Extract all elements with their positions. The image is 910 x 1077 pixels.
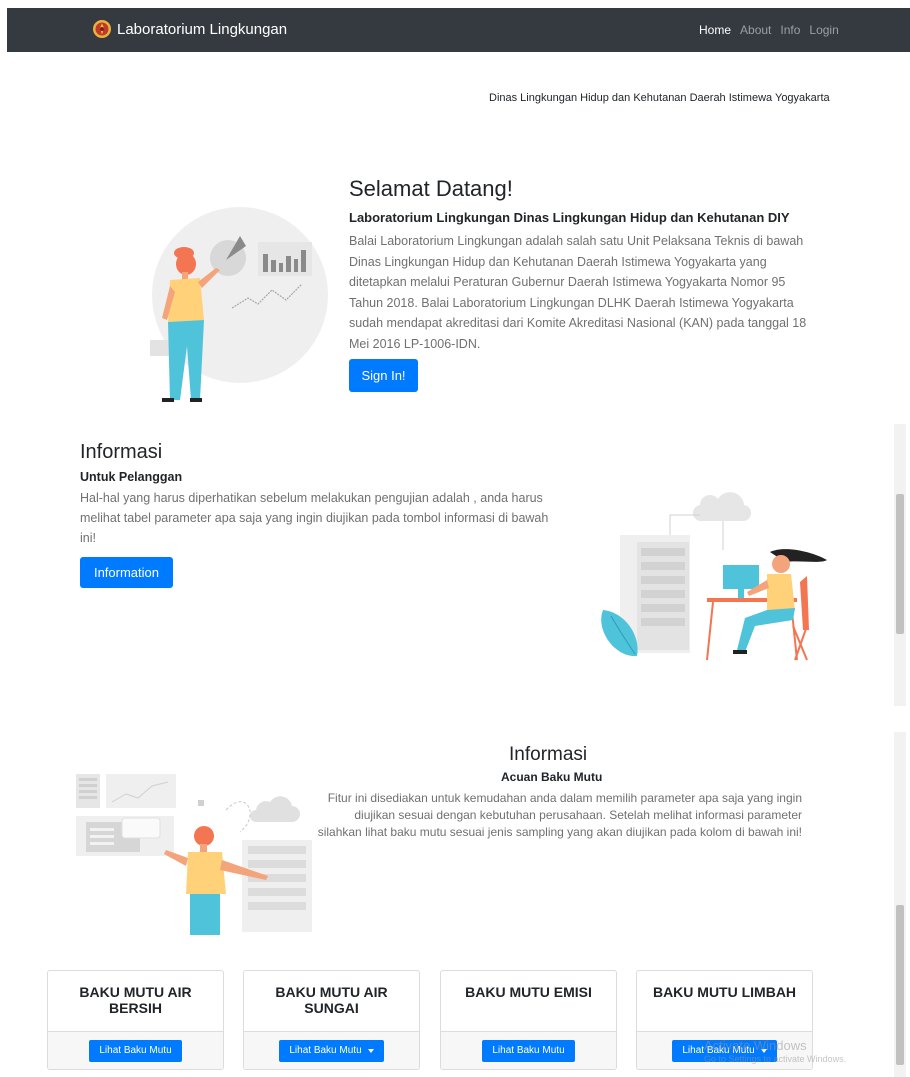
navbar-brand[interactable]: Laboratorium Lingkungan: [92, 19, 287, 39]
scrollbar-thumb-upper[interactable]: [896, 494, 904, 634]
info-baku-mutu-title: Informasi: [509, 744, 588, 765]
scrollbar-thumb-lower[interactable]: [896, 905, 904, 1065]
hero-section: Selamat Datang! Laboratorium Lingkungan …: [349, 176, 819, 354]
info-pelanggan-section: Informasi Untuk Pelanggan Hal-hal yang h…: [80, 441, 560, 548]
nav-home-link[interactable]: Home: [699, 23, 731, 37]
baku-mutu-illustration: [76, 774, 312, 935]
hero-subtitle: Laboratorium Lingkungan Dinas Lingkungan…: [349, 210, 790, 225]
presentation-illustration: [150, 207, 328, 402]
agency-name: Dinas Lingkungan Hidup dan Kehutanan Dae…: [489, 92, 830, 104]
lihat-baku-mutu-emisi-button[interactable]: Lihat Baku Mutu: [482, 1039, 575, 1062]
server-workspace-illustration: [601, 492, 827, 661]
caret-down-icon: [760, 1048, 767, 1053]
navbar: Laboratorium Lingkungan Home About Info …: [7, 8, 910, 52]
logo-emblem-icon: [93, 20, 111, 38]
nav-info-link[interactable]: Info: [780, 23, 800, 37]
card-emisi: BAKU MUTU EMISI Lihat Baku Mutu: [440, 970, 617, 1070]
card-air-bersih: BAKU MUTU AIR BERSIH Lihat Baku Mutu: [47, 970, 224, 1070]
card-limbah: BAKU MUTU LIMBAH Lihat Baku Mutu: [636, 970, 813, 1070]
nav-links: Home About Info Login: [699, 23, 848, 37]
info-baku-mutu-subtitle: Acuan Baku Mutu: [501, 770, 603, 784]
sign-in-button[interactable]: Sign In!: [349, 359, 418, 392]
info-baku-mutu-description: Fitur ini disediakan untuk kemudahan and…: [317, 791, 802, 839]
nav-login-link[interactable]: Login: [809, 23, 838, 37]
info-pelanggan-title: Informasi: [80, 441, 163, 463]
card-title: BAKU MUTU EMISI: [465, 984, 592, 1000]
hero-description: Balai Laboratorium Lingkungan adalah sal…: [349, 234, 807, 351]
lihat-baku-mutu-air-bersih-button[interactable]: Lihat Baku Mutu: [89, 1039, 182, 1062]
brand-label: Laboratorium Lingkungan: [117, 20, 288, 38]
hero-title: Selamat Datang!: [349, 176, 513, 201]
lihat-baku-mutu-limbah-dropdown[interactable]: Lihat Baku Mutu: [672, 1039, 777, 1062]
nav-about-link[interactable]: About: [740, 23, 771, 37]
caret-down-icon: [367, 1048, 374, 1053]
lihat-baku-mutu-air-sungai-dropdown[interactable]: Lihat Baku Mutu: [279, 1039, 384, 1062]
card-title: BAKU MUTU LIMBAH: [652, 984, 797, 1000]
info-pelanggan-description: Hal-hal yang harus diperhatikan sebelum …: [80, 491, 549, 545]
card-title: BAKU MUTU AIR BERSIH: [79, 984, 192, 1016]
information-button[interactable]: Information: [80, 557, 173, 588]
card-air-sungai: BAKU MUTU AIR SUNGAI Lihat Baku Mutu: [243, 970, 420, 1070]
info-pelanggan-subtitle: Untuk Pelanggan: [80, 470, 183, 484]
card-title: BAKU MUTU AIR SUNGAI: [275, 984, 388, 1016]
